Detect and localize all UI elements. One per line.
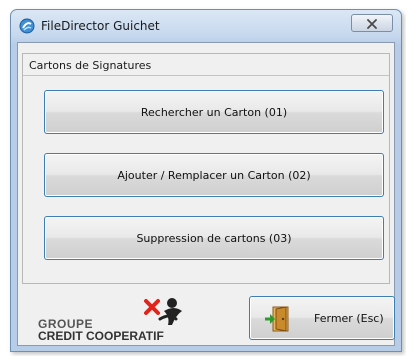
fermer-label: Fermer (Esc): [314, 312, 384, 325]
search-carton-label: Rechercher un Carton (01): [140, 105, 288, 119]
delete-cartons-button[interactable]: Suppression de cartons (03): [44, 216, 384, 260]
delete-cartons-label: Suppression de cartons (03): [136, 231, 292, 245]
window-title: FileDirector Guichet: [41, 19, 160, 33]
client-area: Cartons de Signatures Rechercher un Cart…: [17, 42, 395, 346]
exit-door-icon: [264, 305, 292, 333]
credit-cooperatif-logo-mark: [142, 295, 190, 331]
logo-text-credit-cooperatif: CREDIT COOPERATIF: [38, 329, 164, 343]
fermer-button[interactable]: Fermer (Esc): [249, 296, 395, 340]
groupbox-title: Cartons de Signatures: [27, 59, 154, 72]
close-icon: [366, 14, 378, 33]
close-window-button[interactable]: [351, 14, 393, 32]
credit-cooperatif-logo: GROUPE CREDIT COOPERATIF: [38, 293, 198, 343]
add-replace-carton-label: Ajouter / Remplacer un Carton (02): [117, 168, 311, 182]
app-window: FileDirector Guichet Cartons de Signatur…: [10, 9, 402, 352]
groupbox-divider: [23, 75, 389, 76]
filedirector-app-icon: [19, 18, 35, 34]
add-replace-carton-button[interactable]: Ajouter / Remplacer un Carton (02): [44, 153, 384, 197]
search-carton-button[interactable]: Rechercher un Carton (01): [44, 90, 384, 134]
title-bar[interactable]: FileDirector Guichet: [11, 10, 401, 42]
